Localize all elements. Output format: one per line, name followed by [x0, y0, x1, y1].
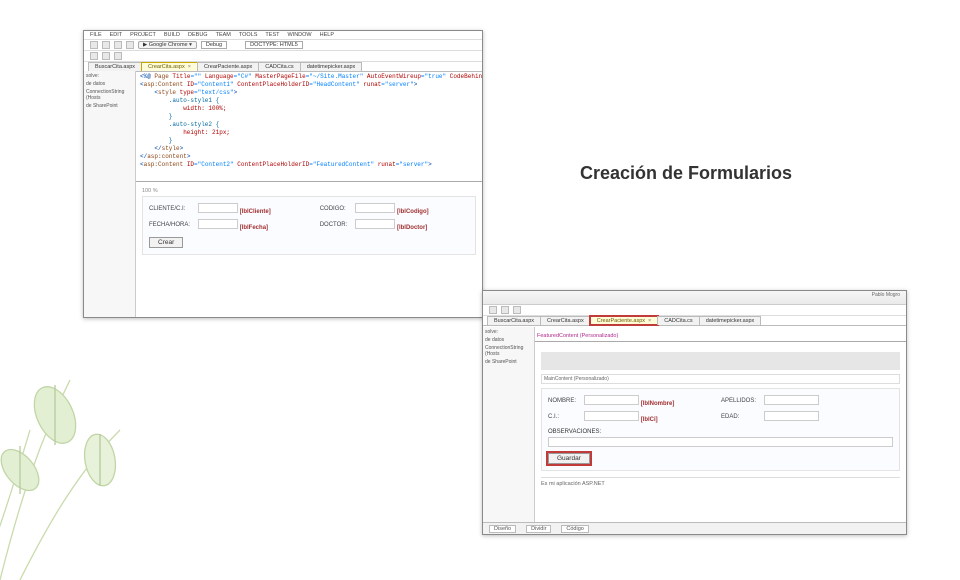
- menu-file[interactable]: FILE: [90, 32, 102, 38]
- nav-back-icon[interactable]: [489, 306, 497, 314]
- code-editor[interactable]: <%@ Page Title="" Language="C#" MasterPa…: [136, 71, 482, 179]
- decorative-leaves: [0, 320, 220, 580]
- menu-bar[interactable]: FILE EDIT PROJECT BUILD DEBUG TEAM TOOLS…: [84, 31, 482, 40]
- input-codigo[interactable]: [355, 203, 395, 213]
- label-ci: C.I.:: [548, 414, 576, 420]
- toolbar-2: [84, 51, 482, 62]
- binding-lblci: [lblCi]: [641, 417, 658, 423]
- input-fechahora[interactable]: [198, 219, 238, 229]
- format-icon[interactable]: [102, 52, 110, 60]
- input-edad[interactable]: [764, 411, 819, 421]
- tab-crearcita[interactable]: CrearCita.aspx×: [141, 62, 198, 71]
- form-crearcita: CLIENTE/C.I: [lblCliente] CODIGO: [lblCo…: [142, 196, 476, 255]
- tab-datetimepicker[interactable]: datetimepicker.aspx: [300, 62, 363, 71]
- binding-lblfecha: [lblFecha]: [240, 225, 268, 231]
- toolbox-icon[interactable]: [90, 52, 98, 60]
- label-nombre: NOMBRE:: [548, 398, 576, 404]
- toolbar: ▶ Google Chrome ▾ Debug DOCTYPE: HTML5: [84, 40, 482, 51]
- menu-window[interactable]: WINDOW: [287, 32, 311, 38]
- input-apellidos[interactable]: [764, 395, 819, 405]
- nav-back-icon[interactable]: [90, 41, 98, 49]
- undo-icon[interactable]: [513, 306, 521, 314]
- save-icon[interactable]: [114, 41, 122, 49]
- input-cliente[interactable]: [198, 203, 238, 213]
- menu-debug[interactable]: DEBUG: [188, 32, 208, 38]
- label-apellidos: APELLIDOS:: [721, 398, 756, 404]
- label-doctor: DOCTOR:: [320, 222, 348, 228]
- menu-build[interactable]: BUILD: [164, 32, 180, 38]
- side-toolbox[interactable]: solve: de datos ConnectionString (Hosts …: [483, 327, 535, 534]
- tab-crearcita[interactable]: CrearCita.aspx: [540, 316, 591, 325]
- tab-buscarcita[interactable]: BuscarCita.aspx: [88, 62, 142, 71]
- binding-lblcodigo: [lblCodigo]: [397, 209, 429, 215]
- nav-fwd-icon[interactable]: [102, 41, 110, 49]
- header-band: [541, 352, 900, 370]
- view-code[interactable]: Código: [561, 525, 588, 533]
- menu-help[interactable]: HELP: [320, 32, 334, 38]
- screenshot-crearcita: FILE EDIT PROJECT BUILD DEBUG TEAM TOOLS…: [83, 30, 483, 318]
- toolbar: [483, 305, 906, 316]
- input-doctor[interactable]: [355, 219, 395, 229]
- tab-crearpaciente[interactable]: CrearPaciente.aspx: [197, 62, 259, 71]
- menu-team[interactable]: TEAM: [216, 32, 231, 38]
- tab-cadcita[interactable]: CADCita.cs: [258, 62, 300, 71]
- page-title: Creación de Formularios: [580, 163, 792, 184]
- form-crearpaciente: NOMBRE: [lblNombre] APELLIDOS: C.I.: [lb…: [541, 388, 900, 471]
- tab-cadcita[interactable]: CADCita.cs: [657, 316, 699, 325]
- label-observaciones: OBSERVACIONES:: [548, 429, 601, 435]
- view-switcher: Diseño Dividir Código: [483, 522, 906, 534]
- table-icon[interactable]: [114, 52, 122, 60]
- label-cliente: CLIENTE/C.I:: [149, 206, 190, 212]
- run-browser-dropdown[interactable]: ▶ Google Chrome ▾: [138, 41, 197, 49]
- config-dropdown[interactable]: Debug: [201, 41, 227, 49]
- side-toolbox[interactable]: solve: de datos ConnectionString (Hosts …: [84, 71, 136, 317]
- titlebar: Pablo Mogro: [483, 291, 906, 305]
- tab-crearpaciente[interactable]: CrearPaciente.aspx×: [590, 316, 659, 325]
- maincontent-label: MainContent (Personalizado): [541, 374, 900, 384]
- design-surface[interactable]: 100 % CLIENTE/C.I: [lblCliente] CODIGO: …: [136, 181, 482, 303]
- design-surface[interactable]: MainContent (Personalizado) NOMBRE: [lbl…: [535, 341, 906, 512]
- crear-button[interactable]: Crear: [149, 237, 183, 248]
- screenshot-crearpaciente: Pablo Mogro BuscarCita.aspx CrearCita.as…: [482, 290, 907, 535]
- guardar-button[interactable]: Guardar: [548, 453, 590, 464]
- menu-edit[interactable]: EDIT: [110, 32, 123, 38]
- tab-datetimepicker[interactable]: datetimepicker.aspx: [699, 316, 762, 325]
- menu-tools[interactable]: TOOLS: [239, 32, 258, 38]
- binding-lblnombre: [lblNombre]: [641, 401, 675, 407]
- close-icon[interactable]: ×: [648, 318, 651, 324]
- zoom-indicator: 100 %: [142, 188, 476, 194]
- menu-test[interactable]: TEST: [265, 32, 279, 38]
- footer-text: Es mi aplicación ASP.NET: [541, 477, 900, 487]
- tab-buscarcita[interactable]: BuscarCita.aspx: [487, 316, 541, 325]
- undo-icon[interactable]: [126, 41, 134, 49]
- close-icon[interactable]: ×: [188, 64, 191, 70]
- label-fechahora: FECHA/HORA:: [149, 222, 190, 228]
- content-placeholder-label: FeaturedContent (Personalizado): [537, 333, 902, 339]
- input-observaciones[interactable]: [548, 437, 893, 447]
- menu-project[interactable]: PROJECT: [130, 32, 156, 38]
- label-codigo: CODIGO:: [320, 206, 348, 212]
- input-ci[interactable]: [584, 411, 639, 421]
- view-design[interactable]: Diseño: [489, 525, 516, 533]
- binding-lbldoctor: [lblDoctor]: [397, 225, 427, 231]
- view-split[interactable]: Dividir: [526, 525, 551, 533]
- input-nombre[interactable]: [584, 395, 639, 405]
- document-tabs: BuscarCita.aspx CrearCita.aspx CrearPaci…: [483, 316, 906, 326]
- save-icon[interactable]: [501, 306, 509, 314]
- doctype-dropdown[interactable]: DOCTYPE: HTML5: [245, 41, 303, 49]
- binding-lblcliente: [lblCliente]: [240, 209, 271, 215]
- label-edad: EDAD:: [721, 414, 756, 420]
